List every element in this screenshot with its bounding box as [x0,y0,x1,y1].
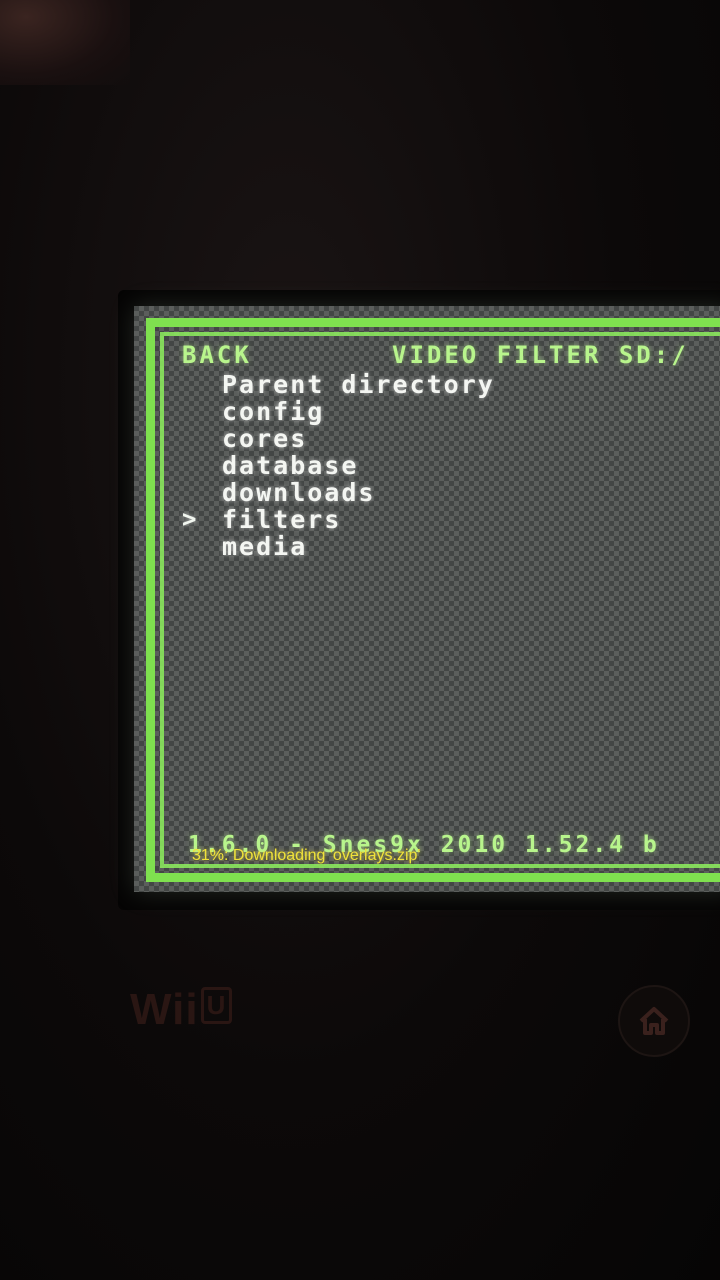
retroarch-screen: BACK VIDEO FILTER SD:/ Parent directory … [134,306,720,892]
list-item-media[interactable]: media [182,532,702,561]
wii-u-logo: Wii U [130,985,233,1035]
list-item-parent-directory[interactable]: Parent directory [182,370,702,399]
file-browser-list: Parent directory config cores database d… [182,370,702,561]
list-item-label: cores [222,424,308,453]
list-item-label: Parent directory [222,370,495,399]
list-item-label: config [222,397,325,426]
list-item-label: media [222,532,308,561]
home-button[interactable] [618,985,690,1057]
list-item-label: downloads [222,478,376,507]
list-item-config[interactable]: config [182,397,702,426]
list-item-downloads[interactable]: downloads [182,478,702,507]
list-item-label: filters [222,505,342,534]
brand-badge: U [200,987,233,1024]
home-icon [639,1007,669,1035]
menu-title: VIDEO FILTER SD:/ [392,341,689,369]
photo-background: BACK VIDEO FILTER SD:/ Parent directory … [0,0,720,1280]
list-item-filters[interactable]: > filters [182,505,702,534]
back-button[interactable]: BACK [182,341,252,369]
list-item-cores[interactable]: cores [182,424,702,453]
list-item-database[interactable]: database [182,451,702,480]
ambient-glow [0,0,130,85]
list-item-label: database [222,451,359,480]
download-notification: 31%: Downloading 'overlays.zip' [192,847,421,864]
brand-text: Wii [130,985,199,1034]
selection-cursor-icon: > [182,505,197,533]
